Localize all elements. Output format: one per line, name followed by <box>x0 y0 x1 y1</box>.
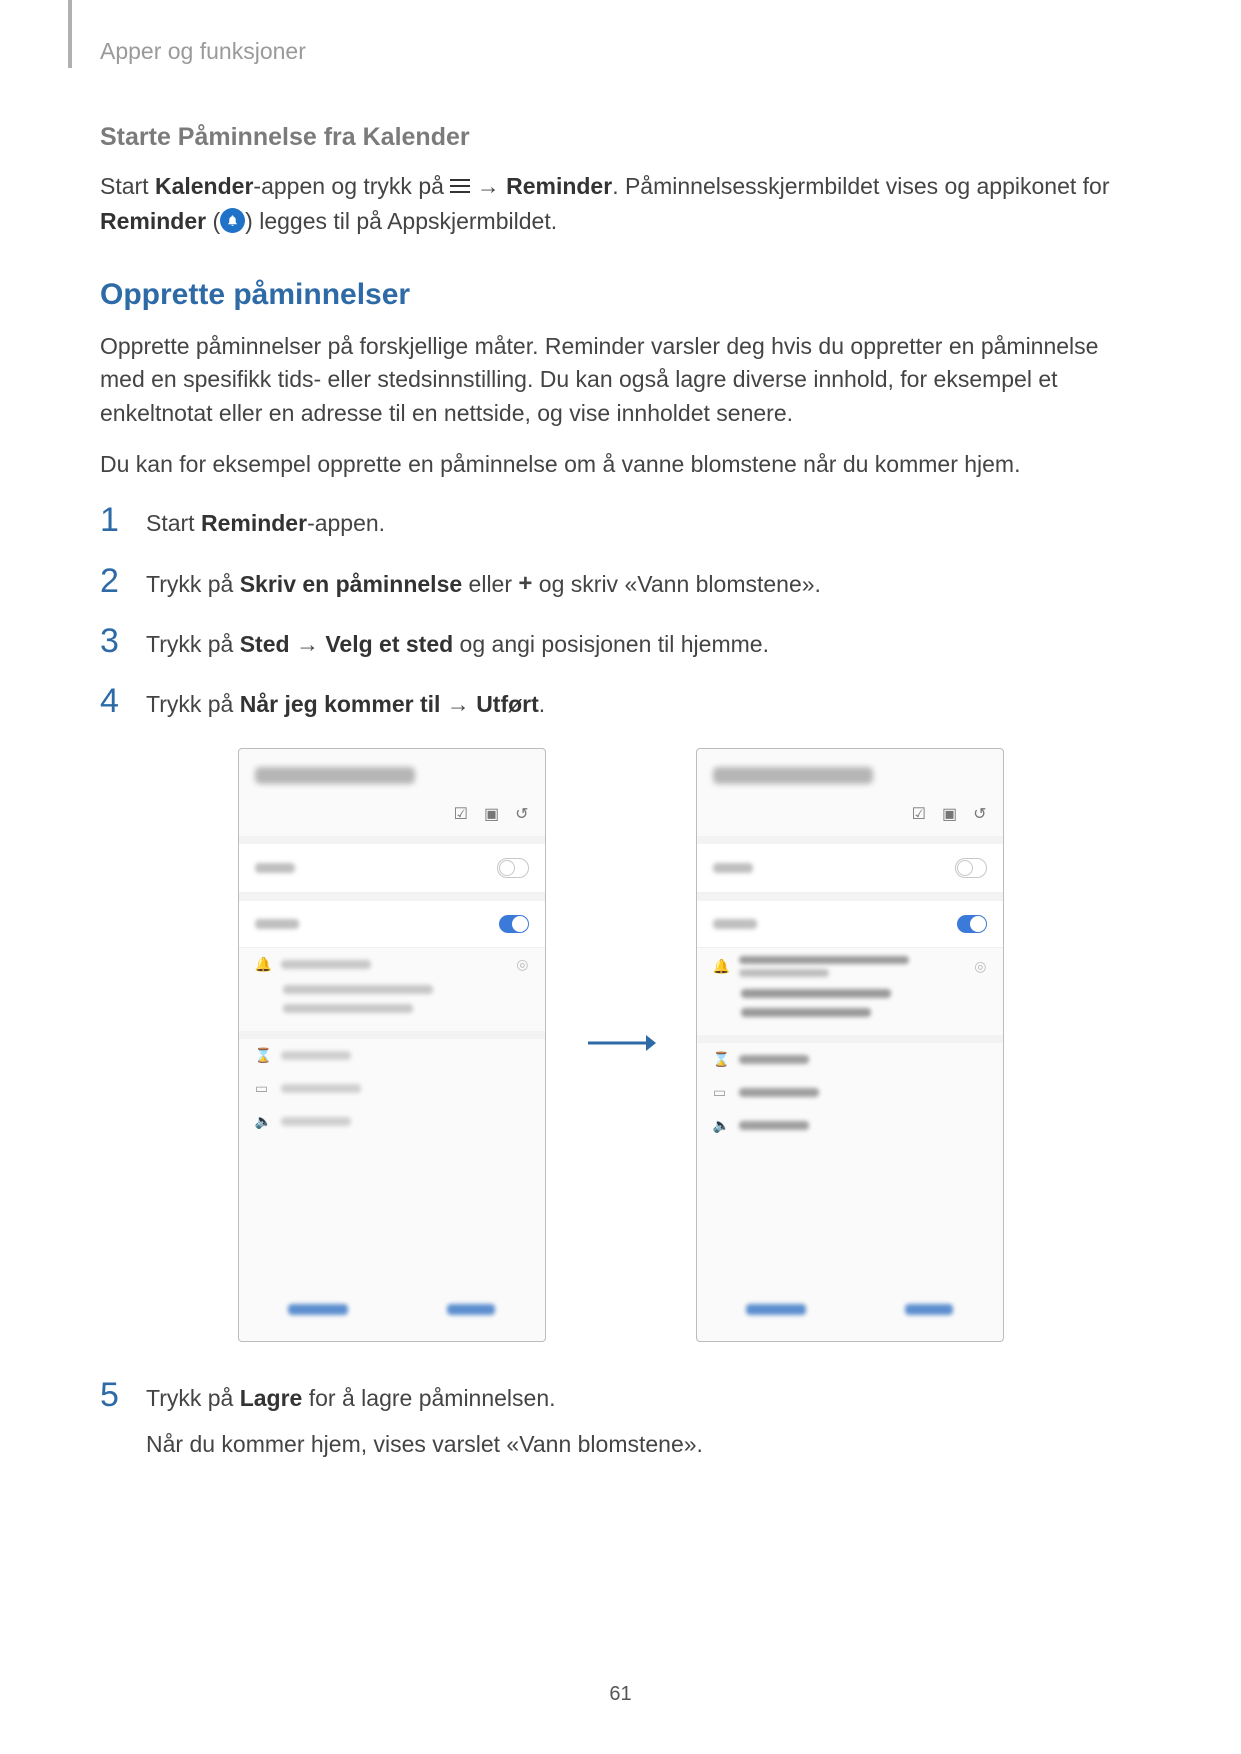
checkbox-icon: ☑ <box>912 804 926 824</box>
text-bold: Velg et sted <box>325 631 453 657</box>
plus-icon: + <box>518 576 532 593</box>
screenshots-row: ☑ ▣ ↺ 🔔 ◎ <box>100 748 1141 1342</box>
option-row: ⌛ <box>697 1043 1003 1076</box>
header-rule <box>68 0 72 68</box>
place-options <box>697 985 1003 1035</box>
text: Trykk på <box>146 631 240 657</box>
bottom-buttons <box>239 1284 545 1341</box>
text: Trykk på <box>146 691 240 717</box>
step-5: 5 Trykk på Lagre for å lagre påminnelsen… <box>100 1382 1141 1460</box>
step-number: 3 <box>100 624 146 658</box>
text: Trykk på <box>146 1385 240 1411</box>
toggle-on-icon <box>499 915 529 933</box>
step-4: 4 Trykk på Når jeg kommer til → Utført. <box>100 688 1141 720</box>
text-bold: Når jeg kommer til <box>240 691 441 717</box>
text: → <box>290 631 326 657</box>
text: -appen og trykk på <box>253 173 450 199</box>
option-row: 🔈 <box>697 1109 1003 1142</box>
text: Trykk på <box>146 571 240 597</box>
sub-heading: Starte Påminnelse fra Kalender <box>100 123 1141 152</box>
text: -appen. <box>307 510 385 536</box>
speaker-icon: 🔈 <box>255 1113 269 1130</box>
image-icon: ▣ <box>942 804 957 824</box>
text-bold: Kalender <box>155 173 253 199</box>
speaker-icon: 🔈 <box>713 1117 727 1134</box>
text: . Påminnelsesskjermbildet vises og appik… <box>612 173 1109 199</box>
step-number: 2 <box>100 564 146 598</box>
step-3: 3 Trykk på Sted → Velg et sted og angi p… <box>100 628 1141 660</box>
note-icon: ▭ <box>255 1080 269 1097</box>
text: ) legges til på Appskjermbildet. <box>245 208 557 234</box>
section-heading: Opprette påminnelser <box>100 278 1141 312</box>
image-icon: ▣ <box>484 804 499 824</box>
text: . <box>539 691 545 717</box>
text: → <box>440 691 476 717</box>
text: Når du kommer hjem, vises varslet «Vann … <box>146 1428 1141 1460</box>
text: og angi posisjonen til hjemme. <box>453 631 769 657</box>
blurred-title <box>713 767 873 784</box>
text-bold: Reminder <box>506 173 612 199</box>
text: og skriv «Vann blomstene». <box>532 571 821 597</box>
option-row: 🔈 <box>239 1105 545 1138</box>
text-bold: Skriv en påminnelse <box>240 571 462 597</box>
header-icons-row: ☑ ▣ ↺ <box>239 794 545 836</box>
blurred-title <box>255 767 415 784</box>
reminder-app-icon <box>220 208 245 233</box>
page-number: 61 <box>0 1683 1241 1706</box>
paragraph: Opprette påminnelser på forskjellige måt… <box>100 330 1141 430</box>
text-bold: Sted <box>240 631 290 657</box>
hourglass-icon: ⌛ <box>713 1051 727 1068</box>
place-sub-row: 🔔 ◎ <box>239 948 545 981</box>
phone-screenshot-left: ☑ ▣ ↺ 🔔 ◎ <box>238 748 546 1342</box>
time-row <box>239 844 545 893</box>
bottom-buttons <box>697 1284 1003 1341</box>
toggle-off-icon <box>955 858 987 878</box>
bell-icon: 🔔 <box>713 958 727 975</box>
history-icon: ↺ <box>515 804 528 824</box>
text: → <box>470 173 506 199</box>
bell-icon: 🔔 <box>255 956 269 973</box>
phone-screenshot-right: ☑ ▣ ↺ 🔔 ◎ <box>696 748 1004 1342</box>
place-options <box>239 981 545 1031</box>
checkbox-icon: ☑ <box>454 804 468 824</box>
place-row <box>697 901 1003 948</box>
paragraph: Du kan for eksempel opprette en påminnel… <box>100 448 1141 481</box>
option-row: ▭ <box>697 1076 1003 1109</box>
text: ( <box>206 208 220 234</box>
text-bold: Reminder <box>100 208 206 234</box>
text-bold: Lagre <box>240 1385 303 1411</box>
arrow-right-icon <box>586 1031 656 1060</box>
toggle-off-icon <box>497 858 529 878</box>
text-bold: Utført <box>476 691 539 717</box>
step-number: 1 <box>100 503 146 537</box>
intro-paragraph: Start Kalender-appen og trykk på → Remin… <box>100 170 1141 238</box>
place-row <box>239 901 545 948</box>
text-bold: Reminder <box>201 510 307 536</box>
text: eller <box>462 571 518 597</box>
toggle-on-icon <box>957 915 987 933</box>
target-icon: ◎ <box>516 956 528 973</box>
option-row: ⌛ <box>239 1039 545 1072</box>
breadcrumb: Apper og funksjoner <box>100 38 1141 65</box>
option-row: ▭ <box>239 1072 545 1105</box>
menu-icon <box>450 170 470 203</box>
history-icon: ↺ <box>973 804 986 824</box>
step-2: 2 Trykk på Skriv en påminnelse eller + o… <box>100 568 1141 600</box>
step-number: 4 <box>100 684 146 718</box>
note-icon: ▭ <box>713 1084 727 1101</box>
text: for å lagre påminnelsen. <box>302 1385 555 1411</box>
text: Start <box>100 173 155 199</box>
header-icons-row: ☑ ▣ ↺ <box>697 794 1003 836</box>
hourglass-icon: ⌛ <box>255 1047 269 1064</box>
step-number: 5 <box>100 1378 146 1412</box>
place-sub-row: 🔔 ◎ <box>697 948 1003 985</box>
text: Start <box>146 510 201 536</box>
target-icon: ◎ <box>974 958 986 975</box>
step-1: 1 Start Reminder-appen. <box>100 507 1141 539</box>
time-row <box>697 844 1003 893</box>
